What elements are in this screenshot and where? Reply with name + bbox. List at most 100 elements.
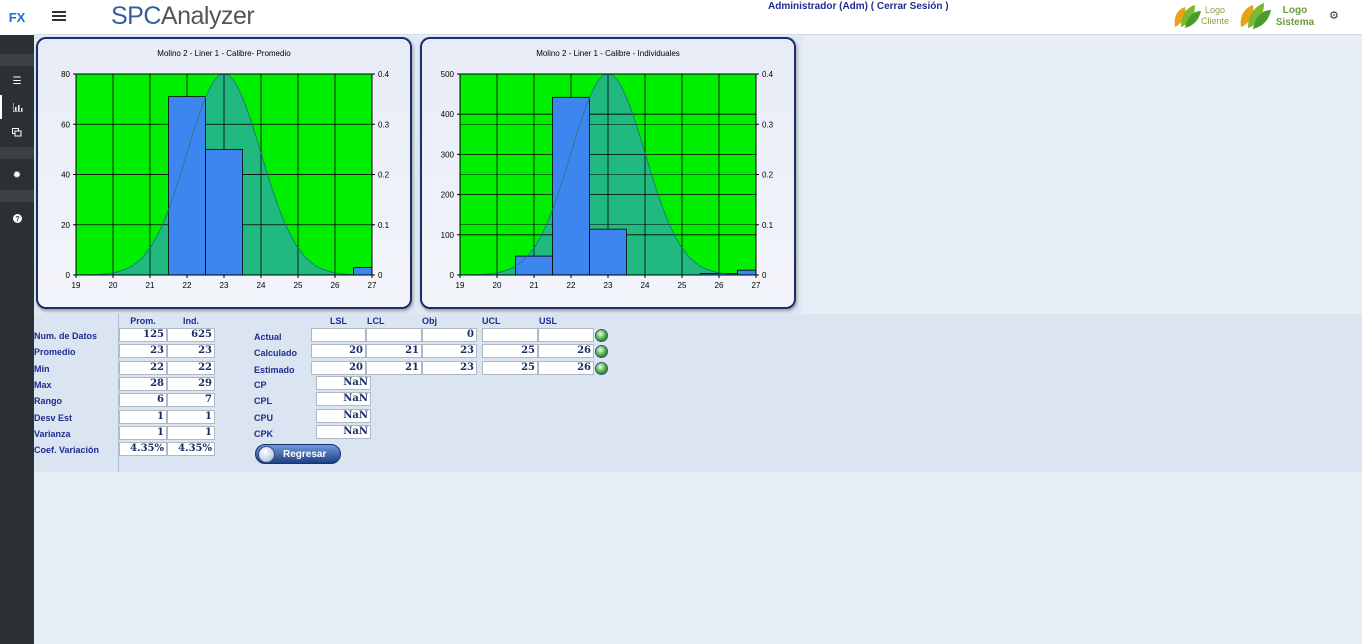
stats-row-label: Coef. Variación <box>34 445 100 456</box>
limit-value-input[interactable] <box>482 328 538 342</box>
stats-value-prom: 125 <box>119 328 167 342</box>
stats-value-prom: 4.35% <box>119 442 167 457</box>
refresh-limits-button[interactable] <box>595 329 608 342</box>
stats-value-prom: 28 <box>119 376 167 391</box>
x-tick-label: 27 <box>752 281 761 290</box>
regresar-label: Regresar <box>283 448 327 460</box>
stats-row-label: Desv Est <box>34 412 73 423</box>
limit-value-input[interactable]: 25 <box>482 344 538 359</box>
limit-value-input[interactable]: 25 <box>482 360 538 375</box>
stats-value-ind: 22 <box>167 360 215 375</box>
x-tick-label: 24 <box>257 281 266 290</box>
chart-svg: 19 20 21 22 23 24 25 26 2702040608000.10.20.30.4 <box>61 70 390 290</box>
gear-icon[interactable]: ✹ <box>0 163 34 187</box>
y-tick-label: 100 <box>441 231 455 240</box>
sidebar-divider <box>0 147 34 159</box>
limit-value-input[interactable] <box>311 328 366 342</box>
help-icon[interactable]: ? <box>0 206 34 230</box>
menu-icon[interactable]: ☰ <box>0 69 34 93</box>
limit-value-input[interactable]: 23 <box>422 344 477 359</box>
logo-system-line1: Logo <box>1283 5 1307 16</box>
brand-analyzer: Analyzer <box>160 2 255 30</box>
x-tick-label: 25 <box>678 281 687 290</box>
stats-value-prom: 23 <box>119 344 167 359</box>
charts-panel: Molino 2 - Liner 1 - Calibre- Promedio 1… <box>34 36 802 314</box>
fx-logo[interactable]: FX <box>0 0 34 35</box>
y-tick-label: 0 <box>66 271 71 280</box>
histogram-bar <box>737 269 757 276</box>
stats-row-label: Varianza <box>34 428 71 439</box>
capability-value: NaN <box>316 392 371 407</box>
client-logo: Logo Cliente <box>1174 5 1229 28</box>
capability-label: CPU <box>254 412 274 423</box>
x-tick-label: 20 <box>109 281 118 290</box>
y-tick-label: 500 <box>441 70 455 79</box>
limit-value-input[interactable]: 21 <box>366 344 422 359</box>
limit-value-input[interactable]: 20 <box>311 360 366 375</box>
settings-gears-icon[interactable]: ⚙ <box>1329 9 1341 22</box>
limits-col-header: LSL <box>330 316 347 326</box>
stats-value-ind: 1 <box>167 409 215 424</box>
sidebar: FX ☰ ✹ ? <box>0 0 34 644</box>
stats-value-ind: 29 <box>167 376 215 391</box>
y-tick-label: 400 <box>441 110 455 119</box>
capability-value: NaN <box>316 376 371 390</box>
refresh-limits-button[interactable] <box>595 345 608 359</box>
stats-col-header: Prom. <box>130 316 156 326</box>
sidebar-divider <box>0 190 34 202</box>
regresar-button[interactable]: Regresar <box>255 444 341 464</box>
back-icon <box>258 446 275 463</box>
user-session-link[interactable]: Administrador (Adm) ( Cerrar Sesión ) <box>768 1 949 12</box>
histogram-promedio-chart: Molino 2 - Liner 1 - Calibre- Promedio 1… <box>36 37 412 309</box>
limit-value-input[interactable] <box>538 328 594 342</box>
histogram-bar <box>589 228 627 276</box>
copy-icon[interactable] <box>0 120 34 144</box>
chart-svg: 19 20 21 22 23 24 25 26 27010020030040050000.10.… <box>441 70 774 290</box>
capability-label: CPK <box>254 428 274 439</box>
x-tick-label: 21 <box>146 281 155 290</box>
limits-row-label: Actual <box>254 332 282 342</box>
stats-value-prom: 6 <box>119 393 167 408</box>
x-tick-label: 22 <box>567 281 576 290</box>
logo-client-line1: Logo <box>1205 5 1225 15</box>
y-tick-label: 40 <box>61 171 70 180</box>
y2-tick-label: 0.3 <box>762 120 774 129</box>
logo-system-line2: Sistema <box>1276 17 1315 28</box>
limit-value-input[interactable]: 0 <box>422 328 477 342</box>
y2-tick-label: 0.3 <box>378 120 390 129</box>
y-tick-label: 20 <box>61 221 70 230</box>
limit-value-input[interactable]: 23 <box>422 360 477 375</box>
limit-value-input[interactable]: 26 <box>538 360 594 375</box>
x-tick-label: 21 <box>530 281 539 290</box>
limit-value-input[interactable]: 21 <box>366 360 422 375</box>
limits-col-header: LCL <box>367 316 385 326</box>
stats-value-ind: 7 <box>167 393 215 408</box>
hamburger-menu-icon[interactable] <box>52 9 66 25</box>
logo-client-line2: Cliente <box>1201 16 1229 26</box>
bar-chart-icon[interactable] <box>0 95 34 119</box>
y-tick-label: 300 <box>441 150 455 159</box>
stats-row-label: Min <box>34 363 50 374</box>
brand-logo: SPCAnalyzer <box>111 2 255 31</box>
limits-col-header: USL <box>539 316 557 326</box>
stats-row-label: Num. de Datos <box>34 331 98 341</box>
y-tick-label: 60 <box>61 120 70 129</box>
refresh-limits-button[interactable] <box>595 361 608 375</box>
limits-col-header: Obj <box>422 316 437 326</box>
x-tick-label: 20 <box>493 281 502 290</box>
stats-value-ind: 1 <box>167 425 215 440</box>
histogram-bar <box>552 96 590 276</box>
y-tick-label: 200 <box>441 191 455 200</box>
y2-tick-label: 0 <box>378 271 383 280</box>
limit-value-input[interactable]: 26 <box>538 344 594 359</box>
stats-col-header: Ind. <box>183 316 199 326</box>
x-tick-label: 25 <box>294 281 303 290</box>
stats-value-prom: 1 <box>119 409 167 424</box>
capability-value: NaN <box>316 408 371 423</box>
x-tick-label: 22 <box>183 281 192 290</box>
capability-label: CPL <box>254 396 272 407</box>
limit-value-input[interactable]: 20 <box>311 344 366 359</box>
limit-value-input[interactable] <box>366 328 422 342</box>
x-tick-label: 27 <box>368 281 377 290</box>
brand-spc: SPC <box>111 2 161 30</box>
